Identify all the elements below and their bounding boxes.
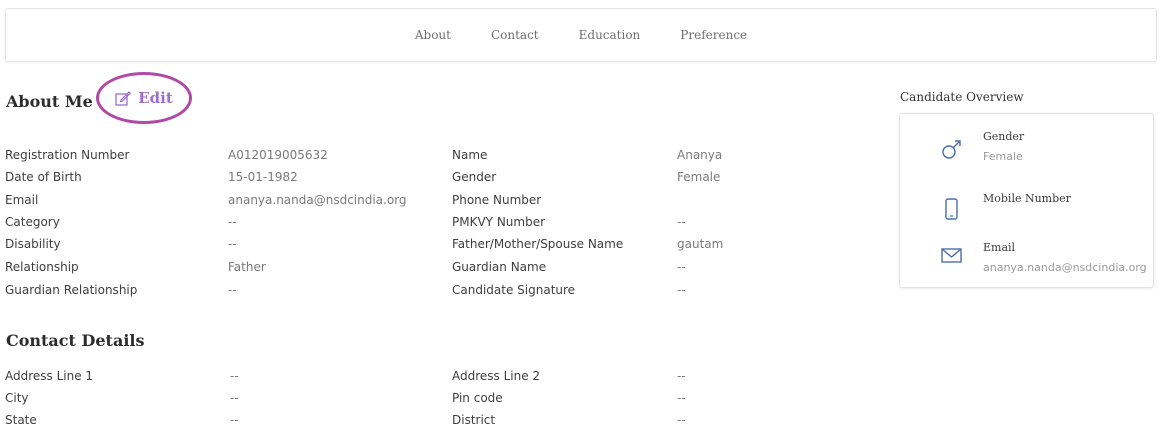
mobile-phone-icon [945, 198, 958, 220]
field-value: -- [677, 260, 686, 274]
nav-education[interactable]: Education [579, 28, 641, 42]
field-value: Female [677, 170, 721, 184]
candidate-overview-title: Candidate Overview [900, 90, 1024, 104]
edit-highlight-circle: Edit [96, 72, 192, 124]
field-label: District [452, 413, 496, 427]
field-value: ananya.nanda@nsdcindia.org [228, 193, 407, 207]
field-value: -- [228, 215, 237, 229]
field-label: Address Line 1 [5, 369, 94, 383]
contact-details-heading: Contact Details [6, 331, 145, 350]
field-label: Father/Mother/Spouse Name [452, 237, 624, 251]
field-label: Guardian Name [452, 260, 547, 274]
edit-label: Edit [138, 89, 173, 107]
overview-value: ananya.nanda@nsdcindia.org [983, 261, 1147, 274]
field-label: Candidate Signature [452, 283, 576, 297]
edit-button[interactable]: Edit [115, 89, 173, 107]
field-label: Name [452, 148, 488, 162]
field-value: -- [228, 237, 237, 251]
field-label: Pin code [452, 391, 503, 405]
field-value: Father [228, 260, 266, 274]
field-value: -- [228, 283, 237, 297]
field-label: Registration Number [5, 148, 130, 162]
overview-item-email: Email ananya.nanda@nsdcindia.org [900, 240, 1153, 280]
field-label: Relationship [5, 260, 79, 274]
field-label: PMKVY Number [452, 215, 546, 229]
field-label: City [5, 391, 29, 405]
nav-contact[interactable]: Contact [491, 28, 539, 42]
field-value: -- [230, 391, 239, 405]
field-value: -- [677, 215, 686, 229]
overview-item-mobile: Mobile Number [900, 190, 1153, 230]
field-value: -- [677, 283, 686, 297]
nav-preference[interactable]: Preference [680, 28, 747, 42]
overview-label: Email [983, 241, 1016, 254]
field-value: gautam [677, 237, 724, 251]
field-value: A012019005632 [228, 148, 328, 162]
field-value: Ananya [677, 148, 723, 162]
about-me-heading: About Me [6, 92, 93, 111]
gender-male-icon [942, 140, 961, 159]
overview-label: Mobile Number [983, 192, 1071, 205]
top-nav: About Contact Education Preference [5, 8, 1157, 62]
field-value: -- [677, 391, 686, 405]
field-label: Date of Birth [5, 170, 82, 184]
field-value: -- [677, 413, 686, 427]
field-value: 15-01-1982 [228, 170, 298, 184]
overview-label: Gender [983, 130, 1025, 143]
field-value: -- [677, 369, 686, 383]
field-label: Address Line 2 [452, 369, 541, 383]
field-label: Gender [452, 170, 497, 184]
field-label: Email [5, 193, 39, 207]
nav-about[interactable]: About [415, 28, 451, 42]
edit-icon [115, 90, 132, 106]
field-label: Disability [5, 237, 61, 251]
field-label: Category [5, 215, 60, 229]
field-value: -- [230, 413, 239, 427]
overview-value: Female [983, 150, 1023, 163]
envelope-icon [941, 248, 962, 263]
field-label: State [5, 413, 37, 427]
field-label: Phone Number [452, 193, 542, 207]
overview-item-gender: Gender Female [900, 128, 1153, 168]
field-value: -- [230, 369, 239, 383]
candidate-overview-card: Gender Female Mobile Number Email ananya… [899, 113, 1154, 288]
field-label: Guardian Relationship [5, 283, 138, 297]
